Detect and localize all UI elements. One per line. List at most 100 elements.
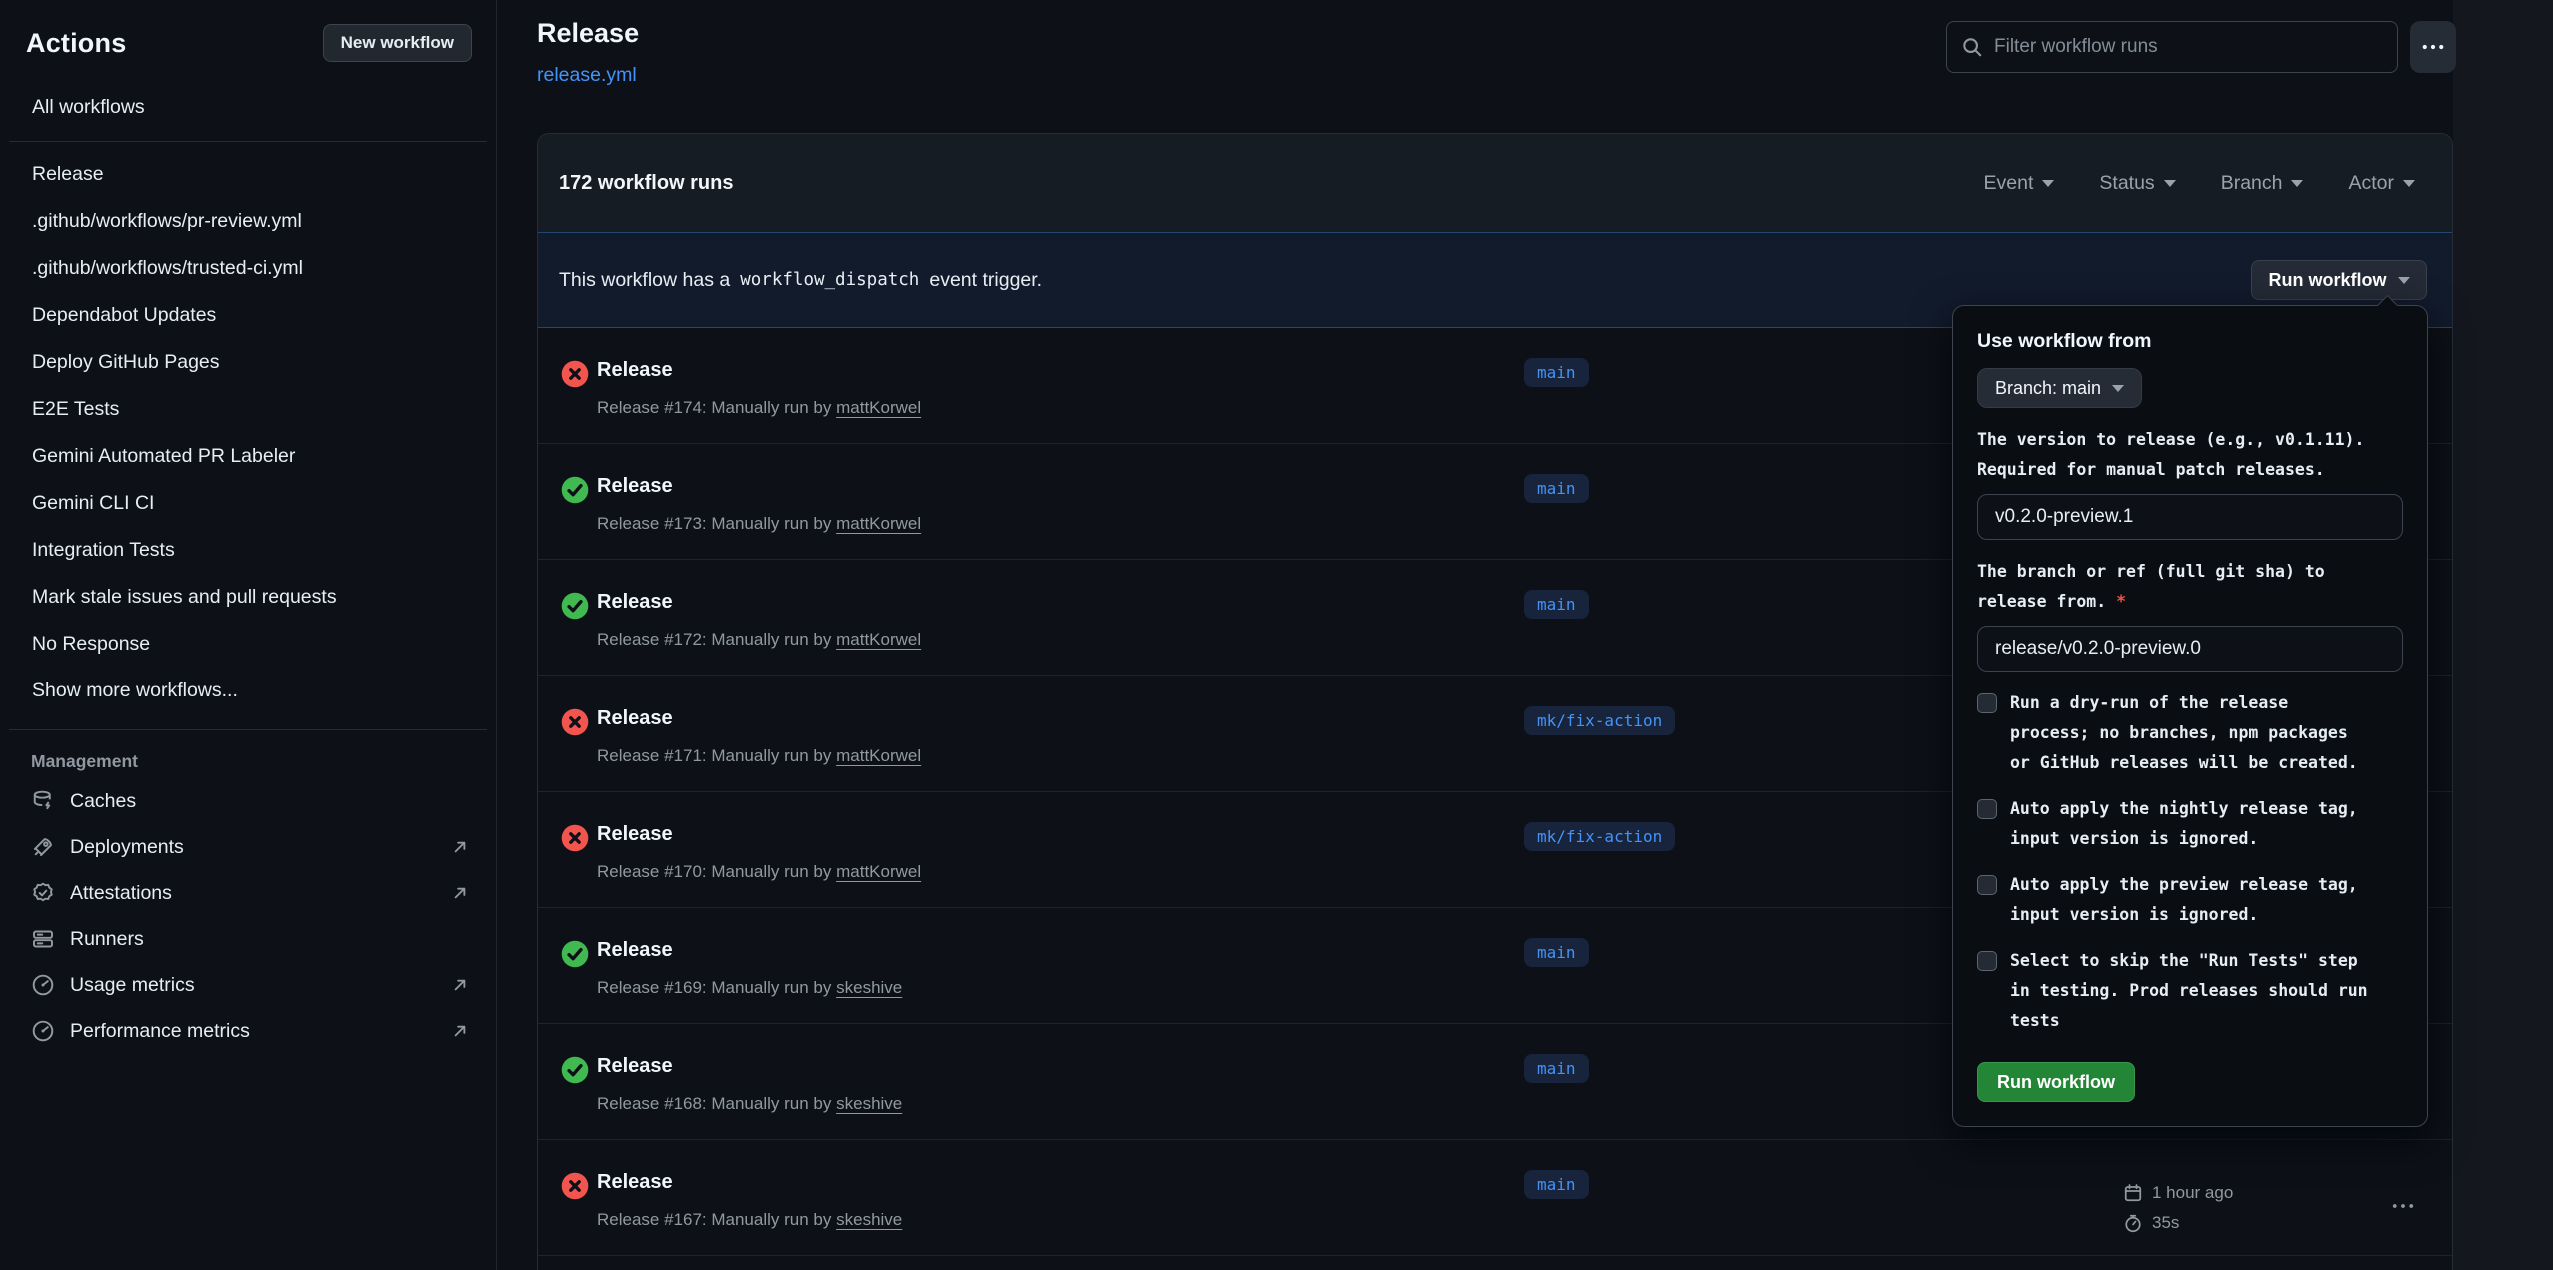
banner-text-prefix: This workflow has a [559,269,730,292]
management-item-label: Attestations [70,882,172,905]
runs-filter-label: Status [2099,172,2154,195]
run-actor-link[interactable]: skeshive [836,1094,902,1113]
dispatch-checkbox-row: Select to skip the "Run Tests" step in t… [1977,946,2403,1036]
checkbox[interactable] [1977,799,1997,819]
failure-status-icon [561,824,589,852]
runs-filter-dropdown[interactable]: Branch [2221,172,2304,195]
chevron-down-icon [2112,385,2124,392]
filter-workflow-runs-input[interactable] [1994,36,2383,58]
management-item-label: Runners [70,928,144,951]
sidebar-workflow-item[interactable]: .github/workflows/pr-review.yml [18,198,468,245]
run-workflow-submit-button[interactable]: Run workflow [1977,1062,2135,1102]
meter-icon [31,1019,55,1043]
checkbox[interactable] [1977,951,1997,971]
sidebar-workflow-item[interactable]: Integration Tests [18,527,468,574]
new-workflow-button[interactable]: New workflow [323,24,472,62]
run-subtitle-text: Release #171: Manually run by [597,746,831,765]
sidebar-workflow-label: Release [32,163,104,185]
checkbox-label: Run a dry-run of the release process; no… [2010,688,2358,778]
calendar-icon [2123,1183,2143,1203]
meter-icon [31,973,55,997]
sidebar-workflow-label: Integration Tests [32,539,175,561]
run-actor-link[interactable]: mattKorwel [836,514,921,533]
ref-input[interactable] [1977,626,2403,672]
chevron-down-icon [2164,180,2176,187]
sidebar-item-all-workflows[interactable]: All workflows [26,89,470,126]
sidebar-workflow-item[interactable]: Dependabot Updates [18,292,468,339]
run-title: Release [597,1171,673,1194]
management-item[interactable]: Attestations [0,870,496,916]
management-item[interactable]: Deployments [0,824,496,870]
workflow-run-row[interactable]: Release Release #167: Manually run by sk… [538,1140,2452,1256]
checkbox[interactable] [1977,693,1997,713]
run-actor-link[interactable]: mattKorwel [836,630,921,649]
branch-badge[interactable]: mk/fix-action [1524,822,1675,851]
failure-status-icon [561,708,589,736]
dispatch-checkbox-row: Auto apply the nightly release tag, inpu… [1977,794,2403,854]
runs-filter-label: Actor [2348,172,2394,195]
checkbox[interactable] [1977,875,1997,895]
run-subtitle: Release #169: Manually run by skeshive [597,978,902,998]
runs-filters: Event Status Branch Actor [1984,172,2415,195]
success-status-icon [561,476,589,504]
run-title: Release [597,823,673,846]
sidebar-workflow-item[interactable]: Deploy GitHub Pages [18,339,468,386]
external-link-icon [450,975,470,995]
sidebar-workflow-item[interactable]: .github/workflows/trusted-ci.yml [18,245,468,292]
branch-badge[interactable]: main [1524,590,1589,619]
management-item[interactable]: Caches [0,778,496,824]
sidebar-workflow-item[interactable]: E2E Tests [18,386,468,433]
run-actor-link[interactable]: mattKorwel [836,862,921,881]
management-item-label: Deployments [70,836,184,859]
sidebar-workflow-item[interactable]: Mark stale issues and pull requests [18,574,468,621]
run-branch: main [1524,358,1589,387]
management-item[interactable]: Performance metrics [0,1008,496,1054]
sidebar-workflow-item[interactable]: Gemini Automated PR Labeler [18,433,468,480]
workflow-options-kebab-button[interactable] [2410,21,2456,73]
branch-badge[interactable]: main [1524,1170,1589,1199]
branch-badge[interactable]: main [1524,938,1589,967]
kebab-horizontal-icon [2392,1203,2414,1209]
branch-badge[interactable]: main [1524,1054,1589,1083]
sidebar-workflow-item[interactable]: Show more workflows... [18,667,468,714]
chevron-down-icon [2042,180,2054,187]
run-subtitle: Release #173: Manually run by mattKorwel [597,514,921,534]
management-item[interactable]: Runners [0,916,496,962]
external-link-icon [450,1021,470,1041]
branch-badge[interactable]: main [1524,474,1589,503]
run-workflow-dropdown-button[interactable]: Run workflow [2251,260,2427,300]
sidebar-title: Actions [26,28,126,59]
runs-filter-dropdown[interactable]: Event [1984,172,2055,195]
run-duration: 35s [2123,1208,2233,1238]
run-subtitle: Release #172: Manually run by mattKorwel [597,630,921,650]
version-input[interactable] [1977,494,2403,540]
checkbox-label: Select to skip the "Run Tests" step in t… [2010,946,2368,1036]
branch-badge[interactable]: mk/fix-action [1524,706,1675,735]
run-actor-link[interactable]: skeshive [836,978,902,997]
run-actor-link[interactable]: mattKorwel [836,398,921,417]
dispatch-panel-heading: Use workflow from [1977,330,2403,353]
runs-filter-dropdown[interactable]: Status [2099,172,2175,195]
search-icon [1961,36,1983,58]
sidebar-workflow-item[interactable]: No Response [18,621,468,668]
workflow-file-link[interactable]: release.yml [537,64,637,87]
run-subtitle: Release #171: Manually run by mattKorwel [597,746,921,766]
run-actor-link[interactable]: mattKorwel [836,746,921,765]
dispatch-checkboxes: Run a dry-run of the release process; no… [1977,688,2403,1036]
chevron-down-icon [2403,180,2415,187]
cache-icon [31,789,55,813]
branch-badge[interactable]: main [1524,358,1589,387]
runs-filter-dropdown[interactable]: Actor [2348,172,2415,195]
sidebar-workflow-item[interactable]: Gemini CLI CI [18,480,468,527]
app: Actions New workflow All workflows Relea… [0,0,2453,1270]
run-options-kebab-button[interactable] [2386,1190,2420,1220]
sidebar-workflow-item[interactable]: Release [18,151,468,198]
run-actor-link[interactable]: skeshive [836,1210,902,1229]
runs-filter-label: Event [1984,172,2034,195]
success-status-icon [561,940,589,968]
branch-selector-button[interactable]: Branch: main [1977,368,2142,408]
sidebar-workflow-label: Deploy GitHub Pages [32,351,220,373]
runs-list-header: 172 workflow runs Event Status Branch Ac… [538,134,2452,232]
management-item[interactable]: Usage metrics [0,962,496,1008]
sidebar-workflow-label: .github/workflows/trusted-ci.yml [32,257,303,279]
